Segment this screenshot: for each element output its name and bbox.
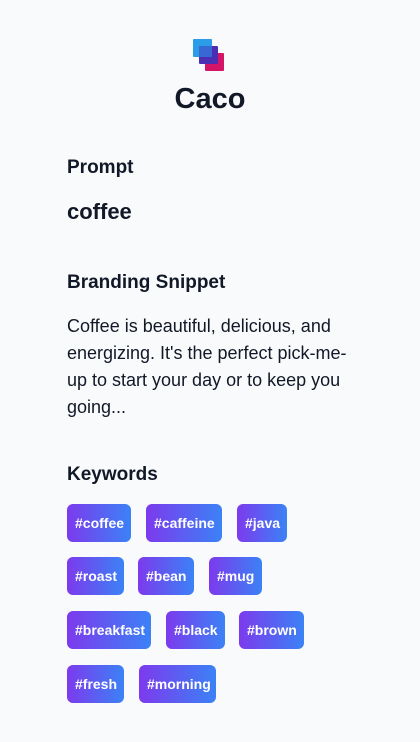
keyword-chip[interactable]: #brown [239,611,304,649]
branding-snippet-heading: Branding Snippet [67,272,226,293]
keyword-chip[interactable]: #black [166,611,225,649]
prompt-value: coffee [67,199,132,224]
app-title: Caco [174,83,246,115]
keyword-chip[interactable]: #morning [139,665,216,703]
keywords-heading: Keywords [67,464,158,485]
keyword-chip[interactable]: #caffeine [146,504,222,542]
keyword-chip[interactable]: #mug [209,557,262,595]
keyword-chip[interactable]: #fresh [67,665,124,703]
keyword-chip[interactable]: #breakfast [67,611,151,649]
app-logo-icon [193,39,224,71]
keyword-chip[interactable]: #bean [138,557,194,595]
keyword-chip[interactable]: #coffee [67,504,131,542]
keyword-chip[interactable]: #roast [67,557,124,595]
prompt-heading: Prompt [67,157,134,178]
keyword-chip[interactable]: #java [237,504,287,542]
branding-snippet-text: Coffee is beautiful, delicious, and ener… [67,316,347,417]
